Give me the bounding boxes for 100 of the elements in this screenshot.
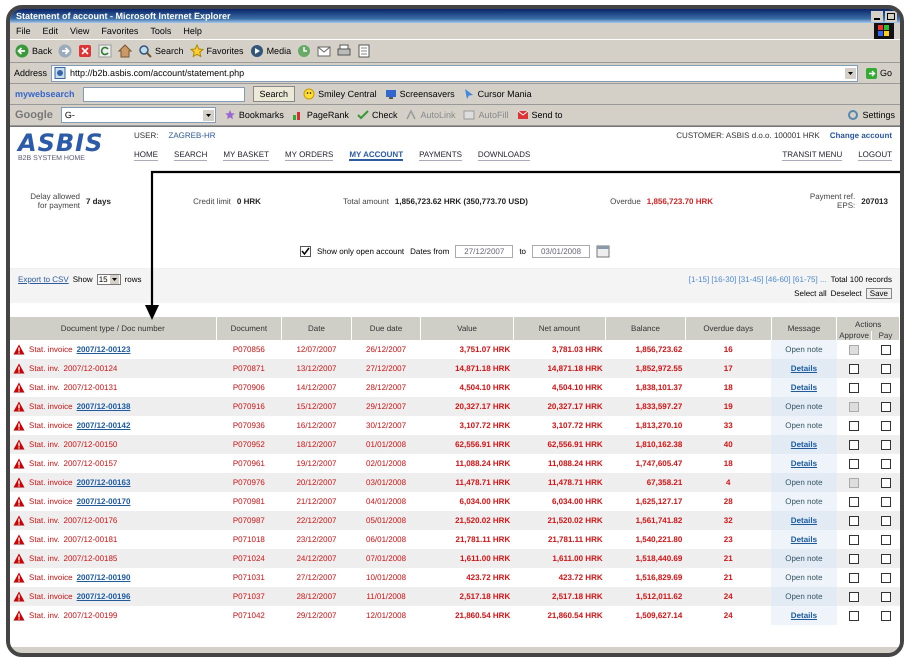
google-search-field[interactable]: G- [60, 107, 216, 123]
stop-icon[interactable] [78, 44, 92, 58]
pay-checkbox[interactable] [880, 534, 890, 544]
message-link[interactable]: Details [790, 364, 818, 373]
back-button[interactable]: Back [15, 44, 52, 58]
date-field[interactable]: 27/12/2007 [455, 244, 514, 258]
checkbox[interactable] [300, 246, 311, 256]
message-link[interactable]: Details [790, 383, 818, 392]
toolbar-link[interactable]: Cursor Mania [462, 88, 532, 100]
pay-checkbox[interactable] [880, 554, 890, 564]
message-link[interactable]: Details [790, 516, 818, 525]
pay-checkbox[interactable] [880, 420, 890, 430]
column-header[interactable]: Overdue days [685, 317, 772, 340]
minimize-icon[interactable] [871, 10, 883, 22]
pay-checkbox[interactable] [880, 344, 890, 354]
approve-checkbox[interactable] [849, 554, 860, 564]
pay-checkbox[interactable] [880, 610, 890, 620]
approve-checkbox[interactable] [849, 420, 860, 430]
document-number[interactable]: 2007/12-00123 [76, 345, 130, 354]
menu-item[interactable]: Help [183, 26, 202, 36]
nav-tab[interactable]: MY ACCOUNT [349, 150, 404, 161]
pay-checkbox[interactable] [880, 572, 890, 582]
document-number[interactable]: 2007/12-00142 [76, 421, 130, 430]
pay-checkbox[interactable] [880, 478, 890, 488]
toolbar-link[interactable]: Bookmarks [224, 109, 284, 121]
document-number[interactable]: 2007/12-00138 [76, 402, 130, 411]
approve-checkbox[interactable] [849, 458, 860, 468]
toolbar-button[interactable]: Media [250, 44, 292, 58]
menu-item[interactable]: View [70, 26, 90, 36]
approve-checkbox[interactable] [849, 382, 860, 392]
toolbar-button[interactable]: Favorites [190, 44, 244, 58]
date-field[interactable]: 03/01/2008 [532, 244, 590, 258]
maximize-icon[interactable] [885, 10, 897, 22]
pay-checkbox[interactable] [880, 402, 890, 412]
approve-checkbox[interactable] [849, 516, 860, 526]
nav-link[interactable]: LOGOUT [858, 150, 892, 161]
document-number[interactable]: 2007/12-00163 [76, 478, 130, 487]
column-header[interactable]: Value [420, 317, 514, 340]
message-link[interactable]: Details [790, 440, 818, 449]
document-icon[interactable] [357, 44, 372, 58]
nav-tab[interactable]: HOME [134, 150, 158, 161]
toolbar-link[interactable]: PageRank [292, 109, 349, 121]
nav-tab[interactable]: PAYMENTS [419, 150, 462, 161]
approve-checkbox[interactable] [849, 592, 860, 602]
approve-checkbox[interactable] [849, 534, 860, 544]
pay-checkbox[interactable] [880, 458, 890, 468]
message-link[interactable]: Details [790, 611, 818, 620]
save-button[interactable]: Save [866, 288, 892, 298]
pay-checkbox[interactable] [880, 516, 890, 526]
approve-checkbox[interactable] [849, 572, 860, 582]
menu-item[interactable]: Edit [42, 26, 58, 36]
approve-checkbox[interactable] [849, 364, 860, 374]
nav-tab[interactable]: MY ORDERS [285, 150, 334, 161]
nav-link[interactable]: TRANSIT MENU [782, 150, 842, 161]
search-field[interactable] [82, 86, 245, 102]
approve-checkbox[interactable] [849, 440, 860, 450]
pay-checkbox[interactable] [880, 496, 890, 506]
toolbar-link[interactable]: Check [356, 109, 398, 121]
mail-icon[interactable] [317, 44, 332, 58]
column-header[interactable]: Document type / Doc number [10, 317, 216, 340]
column-header[interactable]: Net amount [513, 317, 606, 340]
address-field[interactable]: http://b2b.asbis.com/account/statement.php [51, 64, 858, 82]
message-link[interactable]: Details [790, 459, 818, 468]
column-header[interactable]: Date [282, 317, 352, 340]
refresh-icon[interactable] [98, 44, 112, 58]
home-icon[interactable] [118, 44, 132, 58]
toolbar-link[interactable]: Smiley Central [303, 88, 377, 100]
select-all-link[interactable]: Select all [794, 288, 827, 298]
printer-icon[interactable] [337, 44, 352, 58]
rows-select[interactable]: 15 [96, 274, 121, 284]
history-icon[interactable] [297, 44, 312, 58]
pay-checkbox[interactable] [880, 592, 890, 602]
pay-checkbox[interactable] [880, 364, 890, 374]
nav-tab[interactable]: MY BASKET [223, 150, 269, 161]
pay-checkbox[interactable] [880, 440, 890, 450]
menu-item[interactable]: File [16, 26, 31, 36]
calendar-icon[interactable] [596, 244, 610, 258]
document-number[interactable]: 2007/12-00170 [76, 497, 130, 506]
message-link[interactable]: Details [790, 535, 818, 544]
column-header[interactable]: Due date [351, 317, 421, 340]
toolbar-button[interactable]: Search [138, 44, 184, 58]
toolbar-link[interactable]: Screensavers [384, 88, 455, 100]
nav-tab[interactable]: SEARCH [174, 150, 208, 161]
search-button[interactable]: Search [252, 86, 296, 102]
deselect-link[interactable]: Deselect [830, 288, 862, 298]
pay-checkbox[interactable] [880, 382, 890, 392]
menu-item[interactable]: Tools [150, 26, 172, 36]
export-link[interactable]: Export to CSV [18, 274, 69, 284]
document-number[interactable]: 2007/12-00196 [76, 592, 130, 601]
column-header[interactable]: Message [771, 317, 837, 340]
column-header[interactable]: Balance [606, 317, 686, 340]
settings-button[interactable]: Settings [847, 109, 895, 121]
menu-item[interactable]: Favorites [101, 26, 138, 36]
toolbar-link[interactable]: Send to [516, 109, 563, 121]
column-header[interactable]: Document [216, 317, 282, 340]
change-account-link[interactable]: Change account [830, 131, 892, 140]
approve-checkbox[interactable] [849, 610, 860, 620]
document-number[interactable]: 2007/12-00190 [76, 573, 130, 582]
nav-tab[interactable]: DOWNLOADS [478, 150, 530, 161]
approve-checkbox[interactable] [849, 496, 860, 506]
